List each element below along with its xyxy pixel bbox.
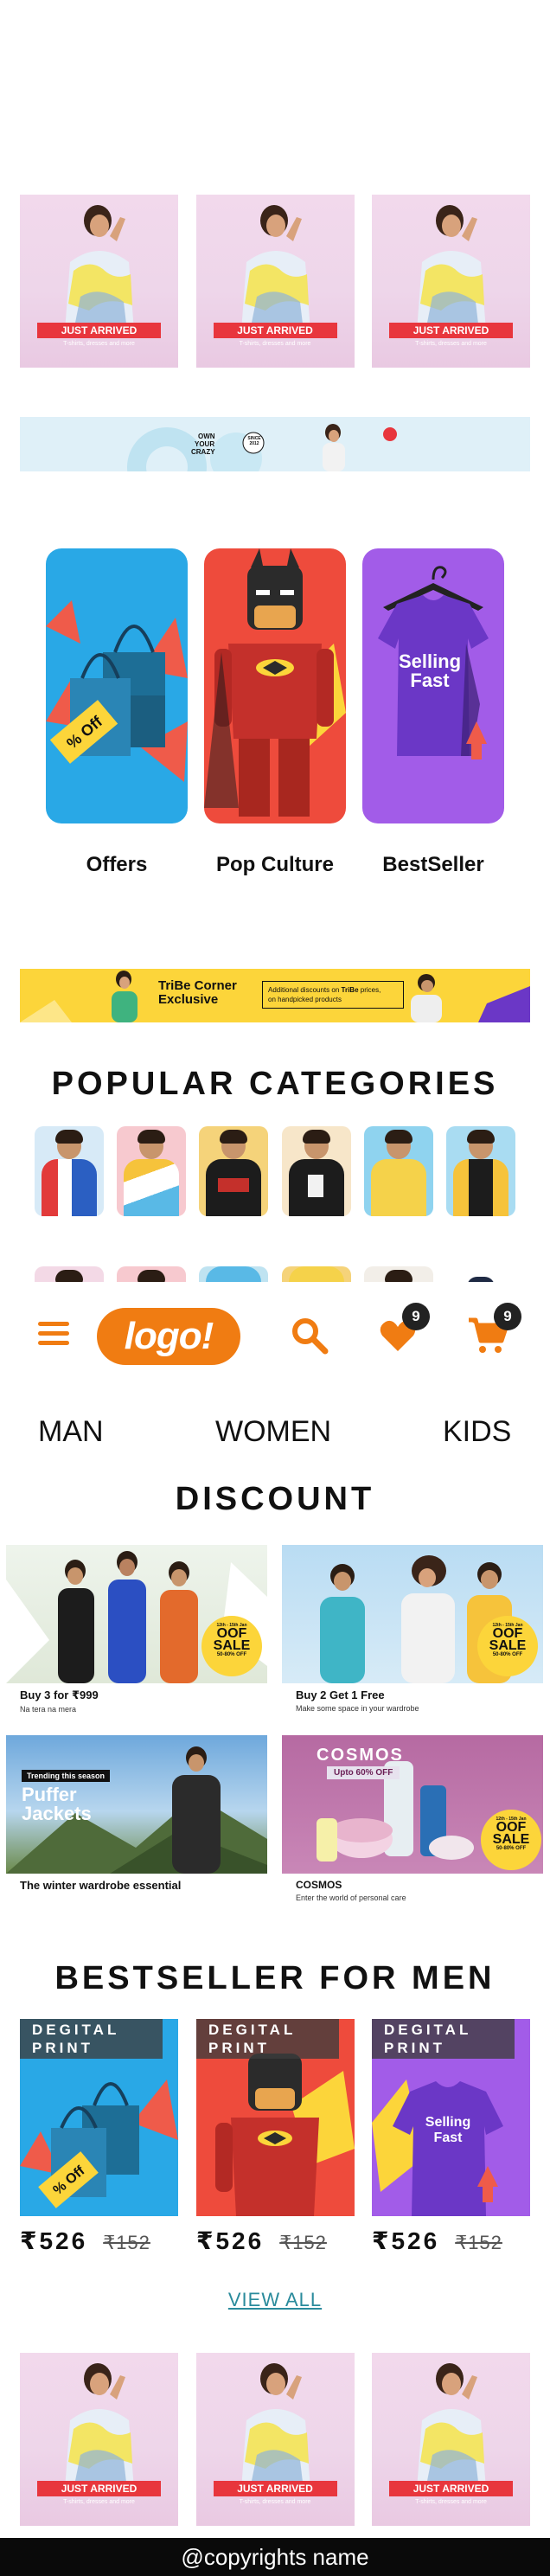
tile-bestseller[interactable]: Selling Fast [362, 548, 504, 823]
nav-tab-man[interactable]: MAN [38, 1415, 104, 1449]
tile-pop-culture[interactable] [204, 548, 346, 823]
view-all-link[interactable]: VIEW ALL [0, 2289, 550, 2311]
hero-card[interactable]: JUST ARRIVED T-shirts, dresses and more [195, 2353, 355, 2526]
digital-print-tag: DEGITAL PRINT [372, 2019, 515, 2059]
puffer-headline: Puffer Jackets [22, 1784, 92, 1824]
category-thumb[interactable] [445, 1126, 515, 1216]
hero-row-top: JUST ARRIVED T-shirts, dresses and more … [20, 195, 530, 368]
tribe-corner-banner[interactable]: TriBe Corner Exclusive Additional discou… [20, 969, 530, 1022]
nav-tab-women[interactable]: WOMEN [215, 1415, 331, 1449]
oof-sale-badge: 12th - 15th Jan OOF SALE 50-80% OFF [481, 1810, 541, 1870]
product-price: ₹526 ₹152 [196, 2227, 327, 2254]
hero-subtitle: T-shirts, dresses and more [415, 341, 487, 347]
oof-sale-badge: 12th - 15th Jan OOF SALE 50-80% OFF [477, 1616, 538, 1676]
oof-sale-badge: 12th - 15th Jan OOF SALE 50-80% OFF [201, 1616, 262, 1676]
discount-title: DISCOUNT [175, 1481, 375, 1517]
hero-subtitle: T-shirts, dresses and more [239, 341, 311, 347]
tile-label-pop-culture[interactable]: Pop Culture [204, 853, 346, 877]
hanger-tshirt-graphic: Selling Fast [378, 566, 489, 759]
product-price: ₹526 ₹152 [20, 2227, 150, 2254]
tile-offers[interactable]: % Off [46, 548, 188, 823]
trending-tag: Trending this season [22, 1770, 111, 1782]
hero-card[interactable]: JUST ARRIVED T-shirts, dresses and more [195, 195, 355, 368]
discount-card-cosmos[interactable]: COSMOS Upto 60% OFF 12th - 15th Jan OOF … [282, 1735, 543, 1902]
just-arrived-badge: JUST ARRIVED [389, 323, 513, 338]
hero-card[interactable]: JUST ARRIVED T-shirts, dresses and more [20, 2353, 178, 2526]
discount-card-buy-3[interactable]: 12th - 15th Jan OOF SALE 50-80% OFF Buy … [6, 1545, 267, 1714]
discount-card-subtitle: Make some space in your wardrobe [296, 1704, 419, 1713]
bestseller-graphic-line-2: Fast [434, 2131, 464, 2145]
promo-strip-graphic [127, 424, 397, 471]
since-badge: SINCE 2012 [247, 436, 261, 446]
product-card[interactable]: DEGITAL PRINT [196, 2019, 355, 2216]
upto-off-tag: Upto 60% OFF [327, 1766, 400, 1779]
digital-print-tag: DEGITAL PRINT [20, 2019, 163, 2059]
tile-label-bestseller[interactable]: BestSeller [362, 853, 504, 877]
just-arrived-badge: JUST ARRIVED [37, 2481, 161, 2496]
nav-tab-kids[interactable]: KIDS [443, 1415, 511, 1449]
digital-print-tag: DEGITAL PRINT [196, 2019, 339, 2059]
discount-card-title: Buy 2 Get 1 Free [296, 1688, 385, 1701]
lego-batman-graphic [204, 548, 346, 817]
discount-card-title: The winter wardrobe essential [20, 1879, 182, 1892]
cosmos-headline: COSMOS [317, 1746, 404, 1765]
discount-card-title: Buy 3 for ₹999 [20, 1688, 99, 1701]
shopping-bags-graphic: % Off [46, 600, 188, 782]
category-thumb[interactable] [35, 1126, 104, 1216]
discount-card-title: COSMOS [296, 1879, 342, 1891]
category-thumb[interactable] [199, 1126, 269, 1216]
hero-card[interactable]: JUST ARRIVED T-shirts, dresses and more [372, 195, 530, 368]
discount-card-subtitle: Na tera na mera [20, 1705, 77, 1714]
hero-subtitle: T-shirts, dresses and more [63, 341, 135, 347]
wishlist-count-badge: 9 [402, 1303, 430, 1330]
product-price: ₹526 ₹152 [372, 2227, 502, 2254]
footer-copyright: @copyrights name [0, 2538, 550, 2576]
just-arrived-badge: JUST ARRIVED [213, 2481, 337, 2496]
tile-label-offers[interactable]: Offers [46, 853, 188, 877]
discount-card-puffer-jackets[interactable]: Trending this season Puffer Jackets The … [6, 1735, 267, 1892]
promo-strip-banner[interactable]: OWN YOUR CRAZY SINCE 2012 [20, 417, 530, 471]
search-icon[interactable] [291, 1317, 329, 1355]
hero-card[interactable]: JUST ARRIVED T-shirts, dresses and more [20, 195, 178, 368]
category-thumb[interactable] [363, 1126, 433, 1216]
bestseller-title: BESTSELLER FOR MEN [54, 1960, 496, 1996]
category-thumb-row-1 [35, 1126, 515, 1216]
hero-card[interactable]: JUST ARRIVED T-shirts, dresses and more [372, 2353, 530, 2526]
hero-subtitle: T-shirts, dresses and more [63, 2499, 135, 2505]
product-card[interactable]: Selling Fast DEGITAL PRINT [372, 2019, 530, 2216]
tribe-note: Additional discounts on TriBe prices, on… [262, 981, 404, 1009]
discount-card-buy-2[interactable]: 12th - 15th Jan OOF SALE 50-80% OFF Buy … [282, 1545, 543, 1713]
hero-subtitle: T-shirts, dresses and more [239, 2499, 311, 2505]
promo-strip-text: OWN YOUR CRAZY [191, 433, 215, 456]
category-thumb[interactable] [117, 1126, 187, 1216]
just-arrived-badge: JUST ARRIVED [213, 323, 337, 338]
discount-card-subtitle: Enter the world of personal care [296, 1894, 406, 1902]
cart-count-badge: 9 [494, 1303, 521, 1330]
popular-categories-title: POPULAR CATEGORIES [51, 1066, 499, 1102]
brand-logo[interactable]: logo! [97, 1308, 240, 1365]
bestseller-graphic-line-2: Fast [410, 670, 450, 691]
hero-subtitle: T-shirts, dresses and more [415, 2499, 487, 2505]
hero-row-bottom: JUST ARRIVED T-shirts, dresses and more … [20, 2353, 530, 2526]
hamburger-menu-icon[interactable] [38, 1322, 69, 1349]
just-arrived-badge: JUST ARRIVED [37, 323, 161, 338]
product-card[interactable]: % Off DEGITAL PRINT [20, 2019, 178, 2216]
just-arrived-badge: JUST ARRIVED [389, 2481, 513, 2496]
category-thumb[interactable] [281, 1126, 351, 1216]
tribe-title: TriBe Corner Exclusive [158, 978, 237, 1007]
bestseller-graphic-line-1: Selling [425, 2115, 470, 2130]
